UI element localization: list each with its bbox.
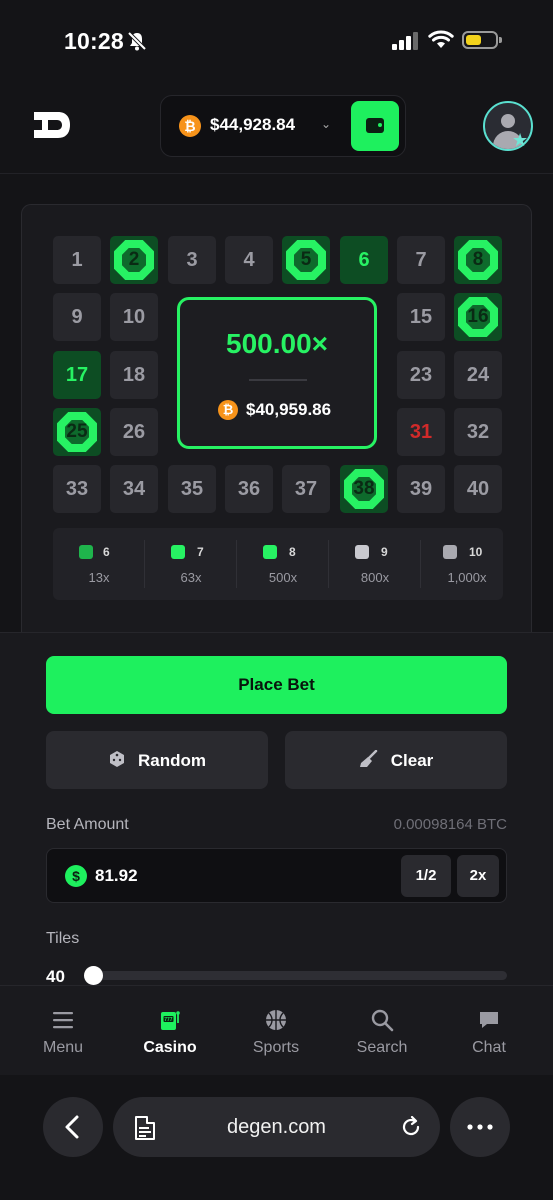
double-bet-button[interactable]: 2x: [457, 855, 499, 897]
back-button[interactable]: [43, 1097, 103, 1157]
menu-icon: [53, 1012, 73, 1029]
place-bet-button[interactable]: Place Bet: [46, 656, 507, 714]
silent-bell-icon: [127, 31, 147, 51]
battery-icon: [462, 31, 502, 49]
nav-sports[interactable]: Sports: [221, 986, 331, 1076]
keno-tile-32[interactable]: 32: [454, 408, 502, 456]
chevron-down-icon[interactable]: ⌄: [321, 117, 331, 131]
keno-tile-9[interactable]: 9: [53, 293, 101, 341]
tiles-value: 40: [46, 967, 65, 986]
dollar-icon: $: [65, 865, 87, 887]
broom-icon: [359, 749, 377, 767]
chevron-left-icon: [65, 1115, 79, 1139]
keno-tile-16[interactable]: 16: [454, 293, 502, 341]
keno-tile-10[interactable]: 10: [110, 293, 158, 341]
nav-search[interactable]: Search: [327, 986, 437, 1076]
nav-casino[interactable]: 777 Casino: [115, 986, 225, 1076]
status-bar: 10:28: [0, 0, 553, 80]
reload-icon[interactable]: [400, 1116, 422, 1138]
bet-amount-btc: 0.00098164 BTC: [393, 816, 507, 833]
keno-tile-23[interactable]: 23: [397, 351, 445, 399]
keno-tile-26[interactable]: 26: [110, 408, 158, 456]
payout-item: 10 1,000x: [421, 528, 513, 600]
keno-tile-17[interactable]: 17: [53, 351, 101, 399]
svg-text:777: 777: [164, 1017, 173, 1023]
wallet-button[interactable]: [351, 101, 399, 151]
keno-tile-7[interactable]: 7: [397, 236, 445, 284]
keno-tile-36[interactable]: 36: [225, 465, 273, 513]
bitcoin-icon: ₿: [218, 400, 238, 420]
clear-button[interactable]: Clear: [285, 731, 507, 789]
vip-star-icon: ★: [512, 130, 529, 150]
nav-chat[interactable]: Chat: [434, 986, 544, 1076]
keno-tile-3[interactable]: 3: [168, 236, 216, 284]
nav-menu[interactable]: Menu: [8, 986, 118, 1076]
keno-tile-39[interactable]: 39: [397, 465, 445, 513]
balance-amount: $44,928.84: [210, 115, 296, 134]
payout-table: 6 13x 7 63x 8 500x 9 800x 10 1,000x: [53, 528, 503, 600]
balance-selector[interactable]: ₿ $44,928.84 ⌄: [160, 95, 406, 157]
gem-icon: [263, 545, 277, 559]
keno-tile-5[interactable]: 5: [282, 236, 330, 284]
keno-tile-33[interactable]: 33: [53, 465, 101, 513]
app-header: ₿ $44,928.84 ⌄: [0, 80, 553, 174]
payout-item: 7 63x: [145, 528, 237, 600]
keno-tile-34[interactable]: 34: [110, 465, 158, 513]
keno-tile-2[interactable]: 2: [110, 236, 158, 284]
divider: [249, 379, 307, 381]
tiles-slider-thumb[interactable]: [84, 966, 103, 985]
dice-icon: [110, 750, 124, 767]
random-button[interactable]: Random: [46, 731, 268, 789]
bet-controls: Place Bet Random Clear Bet Amount 0.0009…: [0, 632, 553, 987]
payout-item: 9 800x: [329, 528, 421, 600]
random-label: Random: [138, 750, 206, 770]
bottom-nav: Menu 777 Casino Sports Search Chat: [0, 985, 553, 1075]
keno-tile-8[interactable]: 8: [454, 236, 502, 284]
keno-tile-35[interactable]: 35: [168, 465, 216, 513]
more-icon: [467, 1124, 493, 1130]
keno-tile-1[interactable]: 1: [53, 236, 101, 284]
win-popup: 500.00× ₿ $40,959.86: [177, 297, 377, 449]
address-bar[interactable]: degen.com: [113, 1097, 440, 1157]
diamond-icon: [355, 545, 369, 559]
payout-item: 8 500x: [237, 528, 329, 600]
keno-tile-40[interactable]: 40: [454, 465, 502, 513]
bet-amount-label: Bet Amount: [46, 816, 129, 833]
search-icon: [371, 1009, 394, 1032]
clear-label: Clear: [390, 750, 434, 770]
browser-toolbar: degen.com: [0, 1075, 553, 1200]
bet-amount-field[interactable]: $ 81.92 1/2 2x: [46, 848, 507, 903]
keno-tile-37[interactable]: 37: [282, 465, 330, 513]
wifi-icon: [428, 30, 454, 48]
keno-tile-18[interactable]: 18: [110, 351, 158, 399]
keno-tile-4[interactable]: 4: [225, 236, 273, 284]
gem-icon: [171, 545, 185, 559]
gem-icon: [79, 545, 93, 559]
keno-tile-6[interactable]: 6: [340, 236, 388, 284]
chat-icon: [480, 1012, 498, 1028]
keno-tile-15[interactable]: 15: [397, 293, 445, 341]
win-amount: $40,959.86: [246, 400, 332, 419]
slot-machine-icon: 777: [161, 1011, 180, 1030]
keno-tile-25[interactable]: 25: [53, 408, 101, 456]
payout-item: 6 13x: [53, 528, 145, 600]
cellular-signal-icon: [392, 32, 418, 50]
bet-amount-value[interactable]: 81.92: [95, 866, 138, 886]
basketball-icon: [266, 1010, 286, 1030]
wallet-icon: [366, 118, 384, 133]
bitcoin-icon: ₿: [179, 115, 201, 137]
win-multiplier: 500.00×: [226, 328, 328, 359]
clock: 10:28: [64, 28, 124, 54]
url-text: degen.com: [227, 1116, 326, 1138]
tiles-label: Tiles: [46, 930, 80, 947]
diamond-icon: [443, 545, 457, 559]
keno-tile-38[interactable]: 38: [340, 465, 388, 513]
degen-logo[interactable]: [32, 110, 72, 140]
half-bet-button[interactable]: 1/2: [401, 855, 451, 897]
keno-tile-31[interactable]: 31: [397, 408, 445, 456]
more-button[interactable]: [450, 1097, 510, 1157]
tiles-slider-track[interactable]: [93, 971, 507, 980]
keno-tile-24[interactable]: 24: [454, 351, 502, 399]
